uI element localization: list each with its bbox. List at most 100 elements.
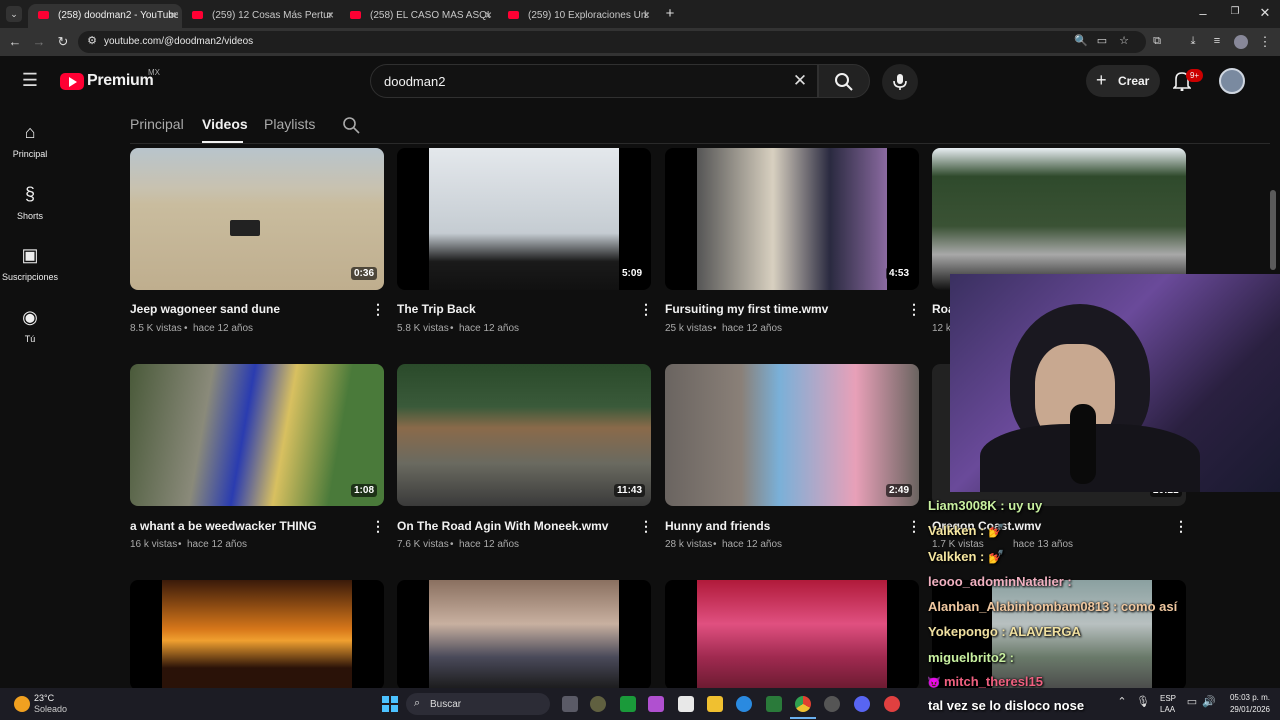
video-thumbnail[interactable] — [665, 148, 919, 290]
extensions-icon[interactable]: ⧉ — [1150, 35, 1164, 48]
sidebar-item-tu[interactable]: ◉ Tú — [0, 307, 60, 344]
duration-badge: 2:49 — [886, 484, 913, 497]
tab-10-exploraciones[interactable]: (259) 10 Exploraciones Urbanas × — [498, 4, 656, 28]
forward-icon[interactable]: → — [32, 34, 46, 49]
tab-12-cosas[interactable]: (259) 12 Cosas Más Perturbadoras × — [182, 4, 340, 28]
discord-icon[interactable] — [854, 696, 870, 712]
close-tab-icon[interactable]: × — [485, 8, 492, 22]
profile-icon[interactable] — [1234, 35, 1248, 49]
close-window-button[interactable]: ✕ — [1258, 5, 1272, 21]
taskbar-search[interactable]: ⌕ Buscar — [406, 693, 550, 715]
volume-icon[interactable]: 🔊 — [1202, 695, 1216, 708]
more-options-icon[interactable]: ⋮ — [907, 301, 921, 318]
video-thumbnail[interactable] — [397, 580, 651, 690]
cast-icon[interactable]: ▭ — [1096, 34, 1108, 47]
more-options-icon[interactable]: ⋮ — [371, 518, 385, 535]
chrome-icon[interactable] — [795, 696, 811, 712]
more-options-icon[interactable]: ⋮ — [639, 518, 653, 535]
sidebar-item-shorts[interactable]: § Shorts — [0, 184, 60, 221]
more-options-icon[interactable]: ⋮ — [371, 301, 385, 318]
network-icon[interactable]: ▭ — [1186, 695, 1198, 708]
more-options-icon[interactable]: ⋮ — [907, 518, 921, 535]
channel-search-button[interactable] — [342, 116, 360, 134]
avatar[interactable] — [1219, 68, 1245, 94]
weather-temp: 23°C — [34, 693, 55, 703]
bookmark-star-icon[interactable]: ☆ — [1118, 34, 1130, 47]
create-button[interactable]: + Crear — [1086, 65, 1160, 97]
file-explorer-icon[interactable] — [707, 696, 723, 712]
tab-doodman2[interactable]: (258) doodman2 - YouTube × — [28, 4, 182, 28]
app-icon[interactable] — [824, 696, 840, 712]
app-icon[interactable] — [884, 696, 900, 712]
more-options-icon[interactable]: ⋮ — [1174, 518, 1188, 535]
video-meta-sep: • — [450, 323, 454, 334]
video-thumbnail[interactable] — [397, 364, 651, 506]
chat-message: Yokepongo : ALAVERGA — [928, 624, 1081, 639]
more-options-icon[interactable]: ⋮ — [639, 301, 653, 318]
plus-icon: + — [1096, 70, 1107, 90]
app-icon[interactable] — [590, 696, 606, 712]
store-icon[interactable] — [678, 696, 694, 712]
zoom-icon[interactable]: 🔍 — [1074, 34, 1088, 47]
app-icon[interactable] — [620, 696, 636, 712]
video-age: hace 12 años — [722, 323, 783, 334]
youtube-logo-icon[interactable] — [60, 73, 84, 90]
video-title[interactable]: The Trip Back — [397, 302, 476, 316]
video-title[interactable]: On The Road Agin With Moneek.wmv — [397, 519, 608, 533]
scrollbar-thumb[interactable] — [1270, 190, 1276, 270]
task-view-icon[interactable] — [562, 696, 578, 712]
close-tab-icon[interactable]: × — [169, 8, 176, 22]
app-icon[interactable] — [766, 696, 782, 712]
language-code[interactable]: ESP — [1160, 694, 1176, 703]
tray-chevron-icon[interactable]: ⌃ — [1116, 695, 1128, 708]
hamburger-menu-icon[interactable]: ☰ — [20, 70, 40, 91]
new-tab-button[interactable]: + — [662, 5, 678, 22]
reload-icon[interactable]: ↻ — [56, 34, 70, 50]
video-title[interactable]: Hunny and friends — [665, 519, 770, 533]
video-title[interactable]: Jeep wagoneer sand dune — [130, 302, 280, 316]
download-icon[interactable]: ⤓ — [1186, 35, 1200, 48]
close-tab-icon[interactable]: × — [643, 8, 650, 22]
media-icon[interactable]: ≡ — [1210, 35, 1224, 47]
duration-badge: 5:09 — [619, 267, 646, 280]
windows-start-icon[interactable] — [382, 696, 398, 712]
back-icon[interactable]: ← — [8, 34, 22, 49]
sidebar-item-suscripciones[interactable]: ▣ Suscripciones — [0, 245, 60, 282]
voice-search-button[interactable] — [882, 64, 918, 100]
tab-playlists[interactable]: Playlists — [264, 116, 315, 132]
clock-date[interactable]: 29/01/2026 — [1226, 705, 1270, 714]
sidebar-item-principal[interactable]: ⌂ Principal — [0, 122, 60, 159]
search-button[interactable] — [818, 64, 870, 98]
microphone-icon[interactable]: 🎙 — [1136, 695, 1150, 708]
video-thumbnail[interactable] — [665, 580, 919, 690]
address-bar[interactable]: ⚙ youtube.com/@doodman2/videos 🔍 ▭ ☆ — [78, 31, 1146, 53]
tab-videos[interactable]: Videos — [202, 116, 248, 132]
video-thumbnail[interactable] — [932, 148, 1186, 290]
edge-icon[interactable] — [736, 696, 752, 712]
video-views: 8.5 K vistas — [130, 323, 182, 334]
clear-search-icon[interactable]: ✕ — [791, 71, 809, 91]
minimize-button[interactable]: – — [1196, 6, 1210, 21]
site-info-icon[interactable]: ⚙ — [86, 34, 98, 47]
language-layout[interactable]: LAA — [1160, 705, 1175, 714]
clock-time[interactable]: 05:03 p. m. — [1226, 693, 1270, 702]
tab-search-icon[interactable]: ⌄ — [6, 6, 22, 22]
video-thumbnail[interactable] — [665, 364, 919, 506]
video-thumbnail[interactable] — [397, 148, 651, 290]
search-input[interactable]: doodman2 ✕ — [370, 64, 818, 98]
maximize-button[interactable]: ❐ — [1228, 6, 1242, 17]
video-title[interactable]: a whant a be weedwacker THING — [130, 519, 317, 533]
video-thumbnail[interactable] — [130, 580, 384, 690]
video-title[interactable]: Fursuiting my first time.wmv — [665, 302, 828, 316]
chat-message: mitch_theresl15 — [944, 674, 1043, 689]
tab-principal[interactable]: Principal — [130, 116, 184, 132]
video-thumbnail[interactable] — [130, 364, 384, 506]
menu-dots-icon[interactable]: ⋮ — [1258, 34, 1272, 50]
copilot-icon[interactable] — [648, 696, 664, 712]
close-tab-icon[interactable]: × — [327, 8, 334, 22]
weather-label: Soleado — [34, 704, 68, 714]
tab-el-caso[interactable]: (258) EL CASO MÁS ASQUEROSO × — [340, 4, 498, 28]
webcam-overlay — [950, 274, 1280, 492]
chat-message: Liam3008K : uy uy — [928, 498, 1043, 513]
video-thumbnail[interactable] — [130, 148, 384, 290]
